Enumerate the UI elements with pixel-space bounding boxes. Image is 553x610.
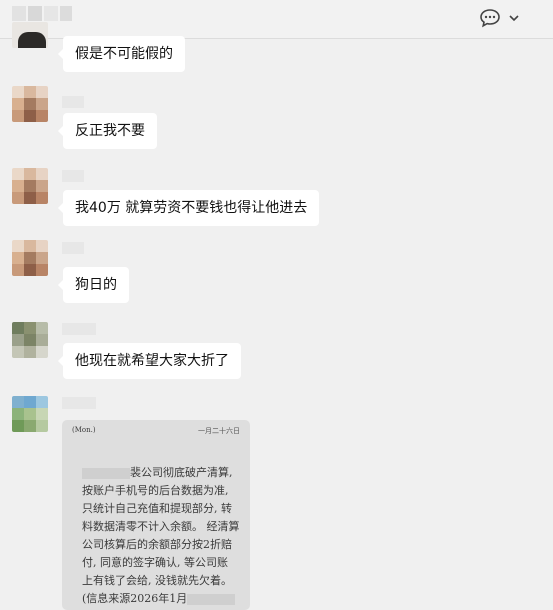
message-text: 我40万 就算劳资不要钱也得让他进去 [75, 200, 308, 216]
image-text-line: 公司核算后的余额部分按2折赔 [82, 538, 232, 551]
redacted-text [187, 593, 236, 605]
image-text-line: 按账户手机号的后台数据为准, [82, 484, 229, 497]
message-text: 反正我不要 [75, 123, 145, 139]
avatar[interactable] [12, 240, 48, 276]
chat-header [0, 0, 553, 39]
image-header-right: 一月二十六日 [198, 427, 240, 435]
message-text: 狗日的 [75, 277, 117, 293]
image-text-block: 裴公司彻底破产清算, 按账户手机号的后台数据为准, 只统计自己充值和提现部分, … [82, 464, 248, 608]
message-text: 他现在就希望大家大折了 [75, 353, 229, 369]
chevron-down-icon[interactable] [509, 14, 519, 22]
sender-name-blurred [62, 242, 84, 254]
image-text-line: 只统计自己充值和提现部分, 转 [82, 502, 232, 515]
avatar[interactable] [12, 396, 48, 432]
sender-name-blurred [62, 397, 96, 409]
message-bubble[interactable]: 狗日的 [58, 267, 129, 303]
message-bubble[interactable]: 反正我不要 [58, 113, 157, 149]
chat-bubble-icon[interactable] [479, 8, 501, 28]
image-text-line: 付, 同意的签字确认, 等公司账 [82, 556, 228, 569]
message-bubble[interactable]: 我40万 就算劳资不要钱也得让他进去 [57, 190, 320, 226]
avatar[interactable] [12, 322, 48, 358]
image-text-line: (信息来源2026年1月 [82, 590, 248, 608]
avatar[interactable] [12, 22, 48, 48]
sender-name-blurred [62, 323, 96, 335]
sender-name-blurred [62, 170, 84, 182]
avatar[interactable] [12, 168, 48, 204]
message-text: 假是不可能假的 [75, 46, 173, 62]
avatar[interactable] [12, 86, 48, 122]
image-text-line: 裴公司彻底破产清算, [82, 464, 248, 482]
sender-name-blurred [62, 96, 84, 108]
message-bubble[interactable]: 假是不可能假的 [58, 36, 185, 72]
message-bubble[interactable]: 他现在就希望大家大折了 [58, 343, 241, 379]
image-text-line: 料数据清零不计入余额。 经清算 [82, 520, 240, 533]
image-header-left: (Mon.) [72, 426, 96, 434]
image-message[interactable]: (Mon.) 一月二十六日 裴公司彻底破产清算, 按账户手机号的后台数据为准, … [62, 420, 250, 610]
image-text-line: 上有钱了会给, 没钱就先欠着。 [82, 574, 232, 587]
redacted-text [82, 467, 130, 479]
